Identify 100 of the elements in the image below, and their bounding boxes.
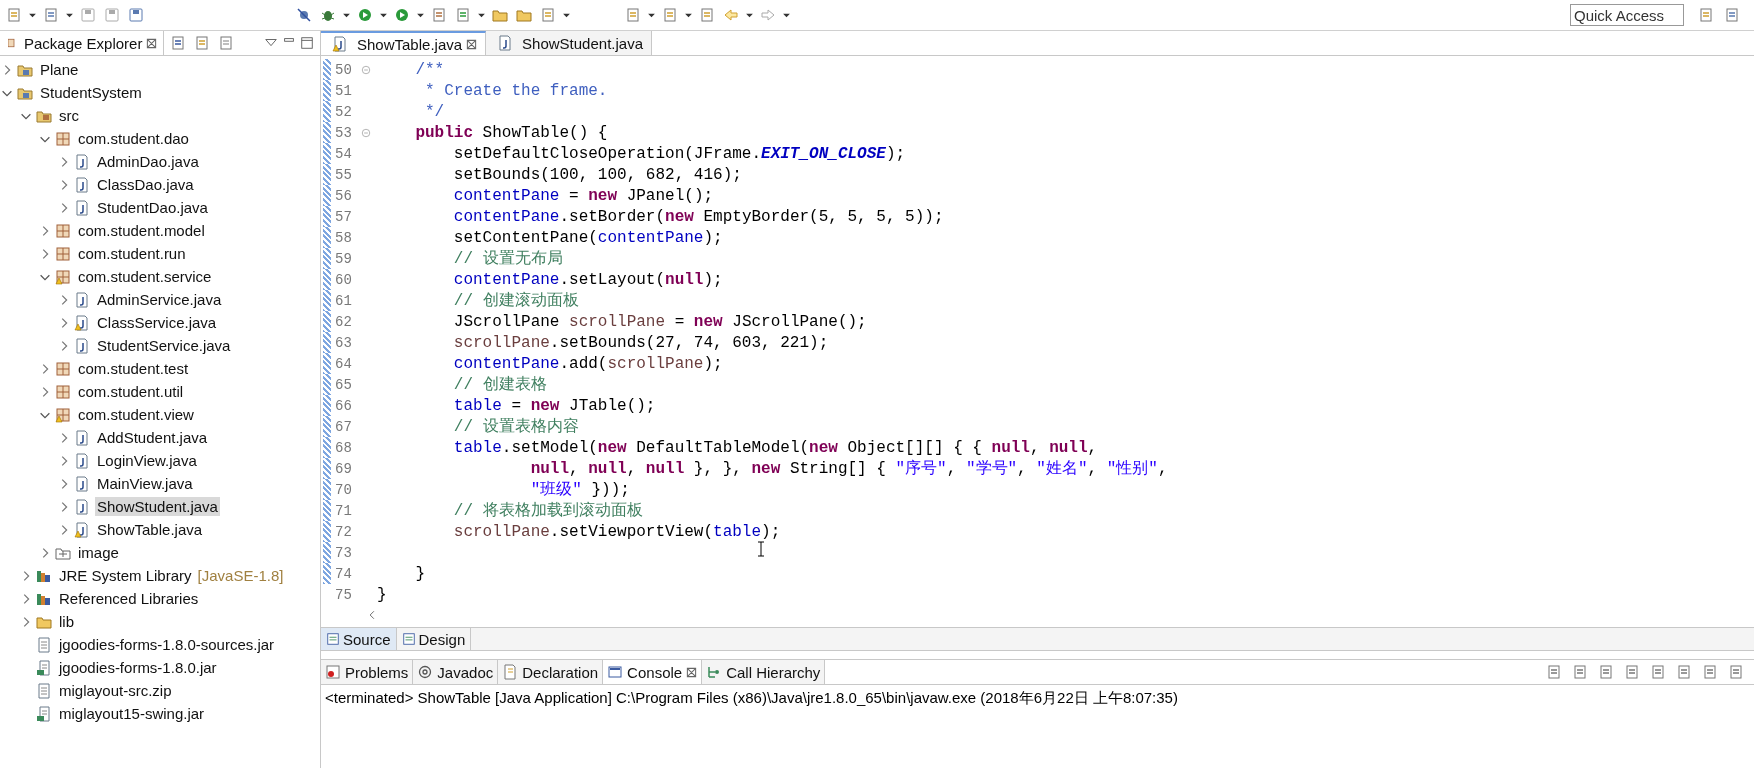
line-number: 60 bbox=[335, 271, 353, 288]
fold-icon[interactable] bbox=[361, 64, 371, 75]
tree-item[interactable]: ClassService.java bbox=[95, 313, 219, 332]
skip-breakpoints-icon[interactable] bbox=[296, 7, 312, 23]
code-line: setContentPane(contentPane); bbox=[452, 228, 723, 247]
tree-item[interactable]: com.student.test bbox=[76, 359, 191, 378]
file-icon bbox=[36, 682, 52, 699]
package-icon bbox=[55, 222, 71, 239]
run-external-icon[interactable] bbox=[394, 7, 410, 23]
tree-item[interactable]: ShowTable.java bbox=[95, 520, 205, 539]
view-title: Package Explorer bbox=[24, 34, 143, 52]
run-icon[interactable] bbox=[357, 7, 373, 23]
java-file-icon bbox=[74, 199, 90, 216]
code-line: contentPane.setBorder(new EmptyBorder(5, 5, 5, 5)); bbox=[452, 207, 944, 226]
package-icon bbox=[55, 383, 71, 400]
tree-item[interactable]: JRE System Library bbox=[57, 566, 194, 585]
line-number: 59 bbox=[335, 250, 353, 267]
tree-item[interactable]: jgoodies-forms-1.8.0.jar bbox=[57, 658, 219, 677]
code-line: /** bbox=[414, 60, 445, 79]
tree-item[interactable]: miglayout-src.zip bbox=[57, 681, 174, 700]
library-version: [JavaSE-1.8] bbox=[197, 567, 284, 584]
code-line: table.setModel(new DefaultTableModel(new Object[][] { { null, null, bbox=[452, 438, 1098, 457]
line-number: 75 bbox=[335, 586, 353, 603]
code-line: JScrollPane scrollPane = new JScrollPane(); bbox=[452, 312, 867, 331]
line-number: 69 bbox=[335, 460, 353, 477]
new-icon[interactable] bbox=[6, 7, 22, 23]
tree-item[interactable]: LoginView.java bbox=[95, 451, 199, 470]
tree-item[interactable]: StudentDao.java bbox=[95, 198, 210, 217]
file-icon bbox=[36, 636, 52, 653]
close-icon[interactable] bbox=[146, 37, 158, 49]
java-file-icon bbox=[74, 153, 90, 170]
tree-item[interactable]: ClassDao.java bbox=[95, 175, 196, 194]
line-number: 73 bbox=[335, 544, 353, 561]
jar-icon bbox=[36, 705, 52, 722]
open-folder-icon[interactable] bbox=[492, 7, 508, 23]
code-line: contentPane = new JPanel(); bbox=[452, 186, 714, 205]
code-line: contentPane.setLayout(null); bbox=[452, 270, 723, 289]
package-icon bbox=[55, 130, 71, 147]
maximize-icon[interactable] bbox=[300, 36, 314, 50]
code-line: setBounds(100, 100, 682, 416); bbox=[452, 165, 742, 184]
close-icon[interactable] bbox=[686, 666, 698, 678]
console-icon bbox=[607, 664, 624, 680]
java-file-icon bbox=[74, 291, 90, 308]
problems-icon bbox=[325, 664, 341, 680]
fold-icon[interactable] bbox=[361, 127, 371, 138]
panel-tab[interactable]: Problems bbox=[321, 660, 414, 684]
line-number: 70 bbox=[335, 481, 353, 498]
tree-item[interactable]: miglayout15-swing.jar bbox=[57, 704, 207, 723]
tree-item[interactable]: Referenced Libraries bbox=[57, 589, 201, 608]
line-number: 53 bbox=[335, 124, 353, 141]
line-number: 67 bbox=[335, 418, 353, 435]
tree-item[interactable]: AdminService.java bbox=[95, 290, 224, 309]
panel-tab[interactable]: Javadoc bbox=[413, 660, 499, 684]
tree-item[interactable]: ShowStudent.java bbox=[95, 497, 220, 516]
line-number: 61 bbox=[335, 292, 353, 309]
line-number: 65 bbox=[335, 376, 353, 393]
line-number: 66 bbox=[335, 397, 353, 414]
tree-item[interactable]: com.student.view bbox=[76, 405, 196, 424]
code-line: "班级" })); bbox=[529, 480, 630, 500]
tree-item[interactable]: AddStudent.java bbox=[95, 428, 210, 447]
folder-icon[interactable] bbox=[516, 7, 532, 23]
forward-icon[interactable] bbox=[760, 7, 776, 23]
tree-item[interactable]: com.student.util bbox=[76, 382, 186, 401]
tree-item[interactable]: image bbox=[76, 543, 121, 562]
console-output: <terminated> ShowTable [Java Application] C:\Program Files (x86)\Java\jre1.8.0_65\bin\javaw.exe (2018年6月22日 上午8:07:35) bbox=[324, 688, 1179, 708]
quick-access-field[interactable]: Quick Access bbox=[1570, 4, 1684, 26]
tree-item[interactable]: com.student.dao bbox=[76, 129, 191, 148]
panel-tab[interactable]: Call Hierarchy bbox=[702, 660, 826, 684]
tree-item[interactable]: StudentService.java bbox=[95, 336, 233, 355]
close-icon[interactable] bbox=[466, 38, 478, 50]
tree-item[interactable]: lib bbox=[57, 612, 76, 631]
editor-tab[interactable]: ShowTable.java bbox=[321, 31, 487, 55]
mode-tab[interactable]: Source bbox=[321, 628, 397, 650]
tree-item[interactable]: StudentSystem bbox=[38, 83, 144, 102]
save-all-icon[interactable] bbox=[104, 7, 120, 23]
tree-item[interactable]: Plane bbox=[38, 60, 81, 79]
tree-item[interactable]: src bbox=[57, 106, 81, 125]
tree-item[interactable]: com.student.service bbox=[76, 267, 214, 286]
line-number: 74 bbox=[335, 565, 353, 582]
tree-item[interactable]: com.student.model bbox=[76, 221, 207, 240]
code-line: // 设置无布局 bbox=[452, 249, 563, 269]
editor-tab[interactable]: ShowStudent.java bbox=[486, 31, 652, 55]
line-number: 54 bbox=[335, 145, 353, 162]
line-number: 55 bbox=[335, 166, 353, 183]
code-line: // 创建表格 bbox=[452, 375, 547, 395]
line-number: 71 bbox=[335, 502, 353, 519]
line-number: 62 bbox=[335, 313, 353, 330]
back-icon[interactable] bbox=[723, 7, 739, 23]
panel-tab[interactable]: Declaration bbox=[498, 660, 604, 684]
tree-item[interactable]: AdminDao.java bbox=[95, 152, 201, 171]
code-line: null, null, null }, }, new String[] { "序号", "学号", "姓名", "性别", bbox=[529, 458, 1168, 479]
save-icon[interactable] bbox=[80, 7, 96, 23]
code-line: } bbox=[377, 585, 387, 604]
tree-item[interactable]: com.student.run bbox=[76, 244, 188, 263]
scroll-left-icon[interactable] bbox=[367, 609, 377, 621]
line-number: 50 bbox=[335, 61, 353, 78]
tree-item[interactable]: MainView.java bbox=[95, 474, 195, 493]
tree-item[interactable]: jgoodies-forms-1.8.0-sources.jar bbox=[57, 635, 277, 654]
new-type-icon[interactable] bbox=[43, 7, 59, 23]
code-line: } bbox=[414, 564, 425, 583]
